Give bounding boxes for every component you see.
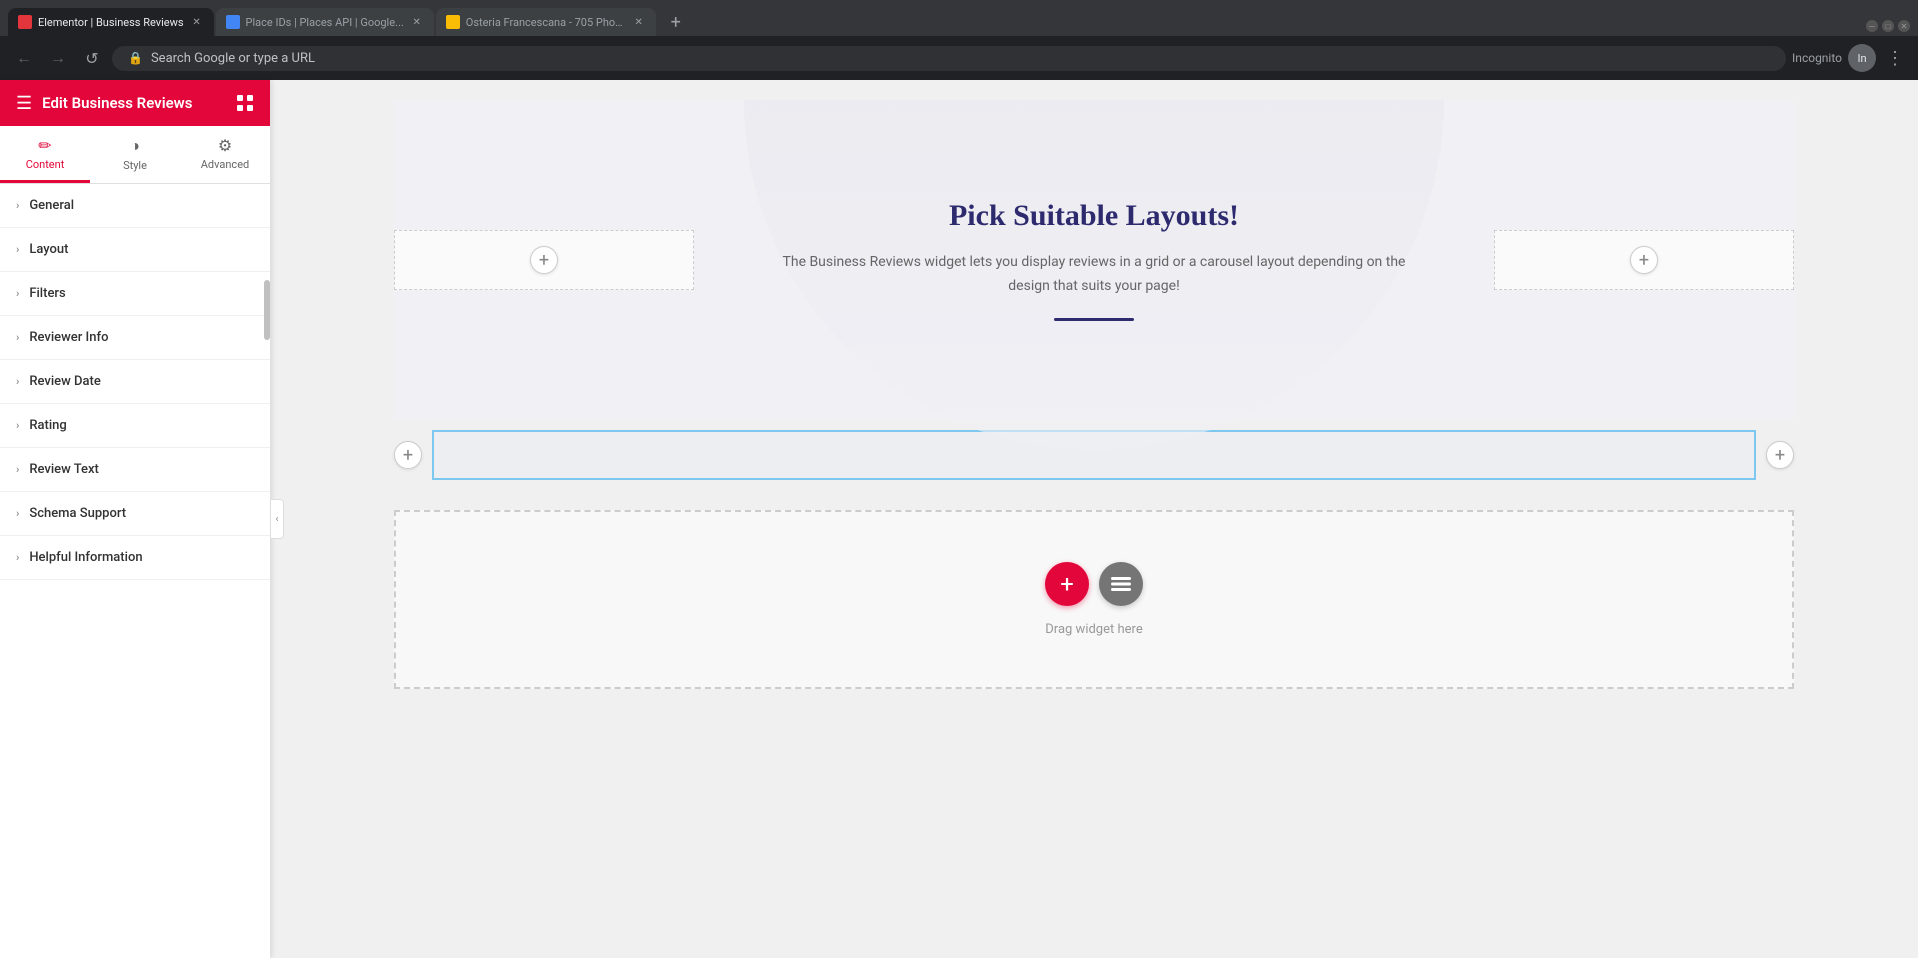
forward-button[interactable]: → <box>44 44 72 72</box>
tab-favicon-places <box>226 15 240 29</box>
section-rating[interactable]: › Rating <box>0 404 270 448</box>
advanced-tab-label: Advanced <box>201 158 249 171</box>
tab-close-osteria[interactable]: ✕ <box>632 15 646 29</box>
sidebar-sections: › General › Layout › Filters › Reviewer … <box>0 184 270 958</box>
section-date-label: Review Date <box>29 374 100 389</box>
tab-favicon-osteria <box>446 15 460 29</box>
chevron-schema: › <box>16 507 19 520</box>
address-bar: ← → ↺ 🔒 Search Google or type a URL Inco… <box>0 36 1918 80</box>
left-column-container: + <box>394 230 694 290</box>
sidebar-scrollbar[interactable] <box>264 280 270 340</box>
new-tab-button[interactable]: + <box>662 8 690 36</box>
tab-close-places[interactable]: ✕ <box>410 15 424 29</box>
grid-icon[interactable] <box>236 94 254 112</box>
style-tab-icon: ◑ <box>130 136 140 156</box>
section-layout[interactable]: › Layout <box>0 228 270 272</box>
chevron-date: › <box>16 375 19 388</box>
close-window-button[interactable]: ✕ <box>1898 20 1910 32</box>
right-column-container: + <box>1494 230 1794 290</box>
minimize-button[interactable]: ─ <box>1866 20 1878 32</box>
chevron-general: › <box>16 199 19 212</box>
sidebar-title: Edit Business Reviews <box>42 94 192 112</box>
browser-menu-button[interactable]: ⋮ <box>1882 44 1908 73</box>
hero-description: The Business Reviews widget lets you dis… <box>764 251 1424 299</box>
add-section-button[interactable]: + <box>1045 562 1089 606</box>
section-helpful-label: Helpful Information <box>29 550 142 565</box>
tab-bar: Elementor | Business Reviews ✕ Place IDs… <box>0 0 1918 36</box>
collapse-arrow-icon: ‹ <box>275 514 278 525</box>
drop-text: Drag widget here <box>1045 622 1142 637</box>
tab-osteria[interactable]: Osteria Francescana - 705 Photo... ✕ <box>436 8 656 36</box>
address-input[interactable]: 🔒 Search Google or type a URL <box>112 46 1786 71</box>
right-column-plus[interactable]: + <box>1630 246 1658 274</box>
tab-elementor[interactable]: Elementor | Business Reviews ✕ <box>8 8 214 36</box>
profile-avatar[interactable]: In <box>1848 44 1876 72</box>
section-review-date[interactable]: › Review Date <box>0 360 270 404</box>
content-tab-label: Content <box>26 158 65 171</box>
sidebar-tabs: ✏ Content ◑ Style ⚙ Advanced <box>0 126 270 184</box>
section-review-text-label: Review Text <box>29 462 99 477</box>
section-rating-label: Rating <box>29 418 66 433</box>
left-column-plus[interactable]: + <box>530 246 558 274</box>
section-helpful-info[interactable]: › Helpful Information <box>0 536 270 580</box>
back-button[interactable]: ← <box>10 44 38 72</box>
canvas-area: + + Pick Suitable Layouts! The Business … <box>270 80 1918 958</box>
tab-advanced[interactable]: ⚙ Advanced <box>180 126 270 183</box>
add-widget-button[interactable] <box>1099 562 1143 606</box>
content-tab-icon: ✏ <box>38 136 51 155</box>
sidebar: ☰ Edit Business Reviews ✏ Content ◑ Styl… <box>0 80 270 958</box>
reload-button[interactable]: ↺ <box>78 44 106 72</box>
style-tab-label: Style <box>123 159 147 172</box>
left-column-placeholder[interactable]: + <box>394 230 694 290</box>
chevron-layout: › <box>16 243 19 256</box>
advanced-tab-icon: ⚙ <box>218 136 232 155</box>
drop-buttons: + <box>1045 562 1143 606</box>
sidebar-collapse-handle[interactable]: ‹ <box>270 499 284 539</box>
section-general[interactable]: › General <box>0 184 270 228</box>
tab-content[interactable]: ✏ Content <box>0 126 90 183</box>
right-column-placeholder[interactable]: + <box>1494 230 1794 290</box>
tab-close-elementor[interactable]: ✕ <box>190 15 204 29</box>
widget-row-add-right[interactable]: + <box>1766 441 1794 469</box>
hero-section: + + Pick Suitable Layouts! The Business … <box>394 100 1794 420</box>
canvas-inner: + + Pick Suitable Layouts! The Business … <box>270 80 1918 958</box>
sidebar-header: ☰ Edit Business Reviews <box>0 80 270 126</box>
lock-icon: 🔒 <box>128 51 143 65</box>
chevron-rating: › <box>16 419 19 432</box>
tab-style[interactable]: ◑ Style <box>90 126 180 183</box>
hero-divider <box>1054 318 1134 321</box>
address-text: Search Google or type a URL <box>151 51 315 66</box>
tab-label-elementor: Elementor | Business Reviews <box>38 16 184 29</box>
section-filters[interactable]: › Filters <box>0 272 270 316</box>
hamburger-icon[interactable]: ☰ <box>16 93 32 114</box>
section-reviewer-info[interactable]: › Reviewer Info <box>0 316 270 360</box>
section-schema-label: Schema Support <box>29 506 126 521</box>
chevron-helpful: › <box>16 551 19 564</box>
incognito-area: Incognito In <box>1792 44 1876 72</box>
section-general-label: General <box>29 198 74 213</box>
tab-label-osteria: Osteria Francescana - 705 Photo... <box>466 16 626 29</box>
drop-zone: + Drag widget here <box>394 510 1794 689</box>
chevron-filters: › <box>16 287 19 300</box>
section-reviewer-label: Reviewer Info <box>29 330 108 345</box>
tab-label-places: Place IDs | Places API | Google... <box>246 16 404 29</box>
widget-row-add-left[interactable]: + <box>394 441 422 469</box>
tab-places[interactable]: Place IDs | Places API | Google... ✕ <box>216 8 434 36</box>
chevron-reviewer: › <box>16 331 19 344</box>
maximize-button[interactable]: □ <box>1882 20 1894 32</box>
section-review-text[interactable]: › Review Text <box>0 448 270 492</box>
section-layout-label: Layout <box>29 242 68 257</box>
section-filters-label: Filters <box>29 286 65 301</box>
hero-content: Pick Suitable Layouts! The Business Revi… <box>744 159 1444 362</box>
incognito-label: Incognito <box>1792 51 1842 65</box>
chevron-review-text: › <box>16 463 19 476</box>
browser-chrome: Elementor | Business Reviews ✕ Place IDs… <box>0 0 1918 80</box>
tab-favicon-elementor <box>18 15 32 29</box>
hero-title: Pick Suitable Layouts! <box>764 199 1424 233</box>
section-schema-support[interactable]: › Schema Support <box>0 492 270 536</box>
window-controls: ─ □ ✕ <box>1866 20 1910 36</box>
